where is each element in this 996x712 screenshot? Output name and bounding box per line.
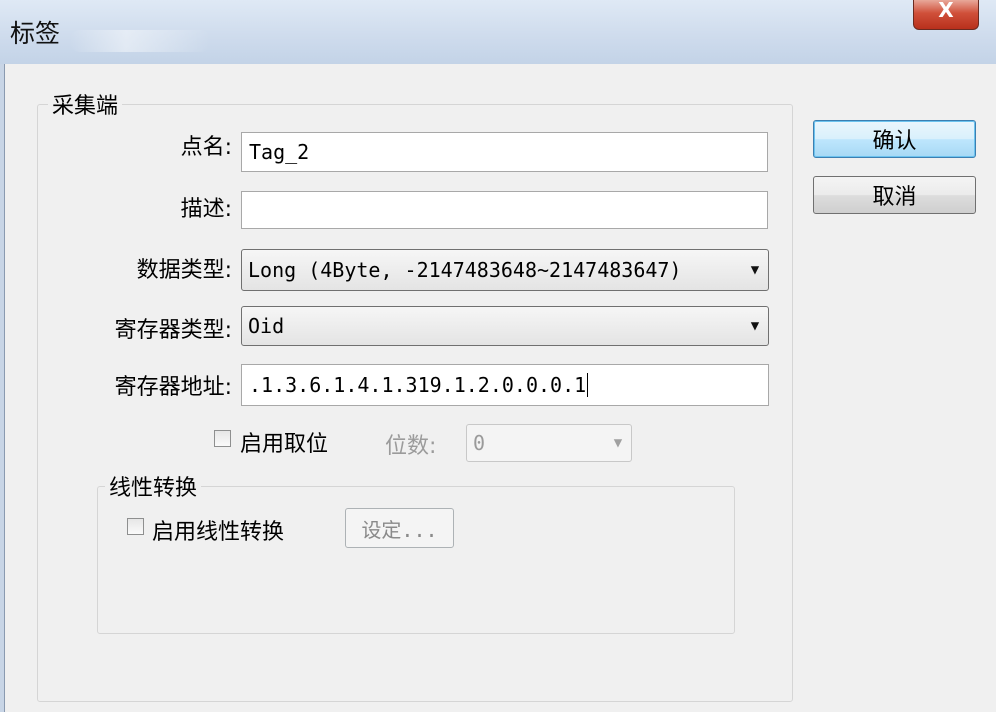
- chevron-down-icon: ▼: [613, 435, 623, 451]
- close-icon: X: [938, 0, 954, 22]
- linear-settings-button[interactable]: 设定...: [345, 508, 454, 548]
- bit-count-select[interactable]: 0 ▼: [466, 424, 632, 462]
- linear-conversion-group-label: 线性转换: [105, 470, 202, 502]
- text-cursor: [587, 373, 589, 397]
- cancel-button[interactable]: 取消: [813, 176, 976, 214]
- window-left-border: [0, 64, 5, 712]
- window-title: 标签: [10, 19, 61, 48]
- close-button[interactable]: X: [913, 0, 979, 30]
- bit-count-value: 0: [473, 431, 486, 455]
- bit-count-label: 位数:: [385, 434, 437, 459]
- register-address-label: 寄存器地址:: [114, 375, 232, 400]
- description-input[interactable]: [241, 191, 768, 229]
- title-bar: 标签 X: [0, 0, 996, 64]
- register-type-value: Oid: [248, 314, 285, 338]
- confirm-button[interactable]: 确认: [813, 120, 976, 158]
- register-address-value: .1.3.6.1.4.1.319.1.2.0.0.0.1: [249, 373, 587, 397]
- tag-name-label: 点名:: [180, 135, 232, 160]
- data-type-label: 数据类型:: [136, 258, 232, 283]
- register-type-select[interactable]: Oid ▼: [241, 306, 769, 346]
- chevron-down-icon: ▼: [750, 318, 760, 334]
- tag-name-value: Tag_2: [249, 140, 310, 164]
- enable-bit-extract-label: 启用取位: [240, 432, 329, 457]
- enable-linear-conversion-checkbox[interactable]: [127, 518, 144, 535]
- collector-group-label: 采集端: [48, 88, 123, 120]
- description-label: 描述:: [180, 197, 232, 222]
- register-address-input[interactable]: .1.3.6.1.4.1.319.1.2.0.0.0.1: [241, 364, 769, 406]
- data-type-value: Long (4Byte, -2147483648~2147483647): [248, 258, 682, 282]
- tag-name-input[interactable]: Tag_2: [241, 132, 768, 172]
- chevron-down-icon: ▼: [750, 262, 760, 278]
- data-type-select[interactable]: Long (4Byte, -2147483648~2147483647) ▼: [241, 249, 769, 291]
- enable-bit-extract-checkbox[interactable]: [214, 430, 231, 447]
- title-bar-glare: [70, 30, 210, 52]
- register-type-label: 寄存器类型:: [114, 318, 232, 343]
- enable-linear-conversion-label: 启用线性转换: [152, 520, 285, 545]
